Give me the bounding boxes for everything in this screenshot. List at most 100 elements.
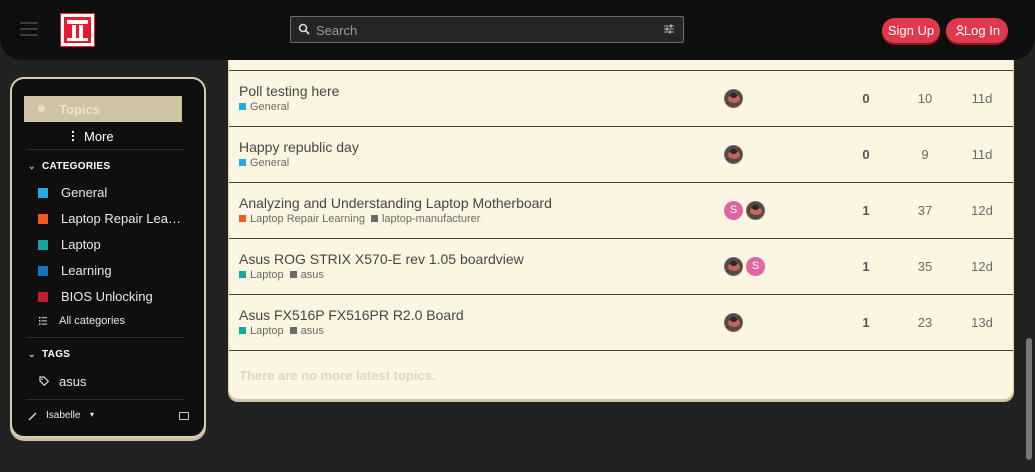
user-icon — [955, 25, 965, 36]
no-more-topics-message: There are no more latest topics. — [239, 368, 436, 383]
search-input[interactable]: Search — [316, 23, 357, 38]
sidebar: Topics More ⌄ CATEGORIES General Laptop … — [10, 77, 206, 438]
activity-time[interactable]: 12d — [962, 203, 1002, 218]
scrollbar-thumb[interactable] — [1026, 338, 1032, 460]
category-color-swatch — [38, 214, 48, 224]
sign-up-button[interactable]: Sign Up — [882, 18, 940, 43]
tag-swatch — [289, 271, 297, 278]
tag-badge[interactable]: asus — [289, 269, 324, 281]
poster-avatar[interactable] — [724, 257, 743, 276]
activity-time[interactable]: 12d — [962, 259, 1002, 274]
hamburger-menu-icon[interactable] — [20, 22, 38, 36]
category-color-swatch — [239, 159, 246, 166]
category-badge[interactable]: Laptop — [239, 325, 284, 337]
topic-category-tags: Laptop Repair Learning laptop-manufacture… — [239, 213, 486, 225]
topics-icon — [38, 105, 45, 112]
category-color-swatch — [239, 271, 246, 278]
site-logo[interactable] — [60, 13, 95, 47]
sidebar-item-general[interactable]: General — [26, 184, 186, 202]
tag-label: laptop-manufacturer — [381, 213, 481, 225]
views-count: 9 — [921, 147, 929, 162]
topic-title-link[interactable]: Poll testing here — [239, 83, 339, 99]
keyboard-icon[interactable] — [179, 412, 189, 420]
replies-count: 1 — [862, 203, 870, 218]
tags-section-toggle[interactable]: ⌄ TAGS — [28, 349, 70, 360]
tag-label: asus — [300, 325, 324, 337]
pencil-icon[interactable] — [28, 412, 37, 421]
poster-avatar[interactable]: S — [724, 201, 743, 220]
poster-avatar[interactable]: S — [746, 257, 765, 276]
category-badge[interactable]: Laptop Repair Learning — [239, 213, 365, 225]
views-count: 10 — [917, 91, 933, 106]
poster-avatar[interactable] — [724, 89, 743, 108]
sidebar-item-topics[interactable]: Topics — [24, 96, 182, 122]
divider — [229, 350, 1013, 351]
topic-category-tags: General — [239, 157, 295, 169]
list-icon — [39, 317, 47, 325]
category-color-swatch — [38, 188, 48, 198]
divider — [26, 399, 184, 400]
tag-label: asus — [300, 269, 324, 281]
topic-row[interactable]: Happy republic day General 0 9 11d — [229, 126, 1013, 182]
category-color-swatch — [38, 240, 48, 250]
views-count: 37 — [917, 203, 933, 218]
chevron-down-icon: ⌄ — [28, 349, 36, 359]
log-in-label: Log In — [963, 23, 1001, 38]
category-label: Laptop Repair Learning — [250, 213, 365, 225]
category-badge[interactable]: General — [239, 157, 289, 169]
user-menu[interactable]: Isabelle — [46, 410, 80, 421]
replies-count: 0 — [862, 91, 870, 106]
category-label: Laptop — [250, 325, 284, 337]
topic-category-tags: Laptop asus — [239, 325, 330, 337]
topic-row[interactable]: Poll testing here General 0 10 11d — [229, 70, 1013, 126]
category-label: General — [250, 101, 290, 113]
more-vertical-icon — [72, 131, 75, 142]
category-color-swatch — [38, 266, 48, 276]
divider — [26, 337, 184, 338]
tag-badge[interactable]: asus — [289, 325, 324, 337]
poster-avatar[interactable] — [746, 201, 765, 220]
sidebar-item-learning[interactable]: Learning — [26, 262, 186, 280]
category-label: General — [250, 157, 290, 169]
views-count: 35 — [917, 259, 933, 274]
topic-title-link[interactable]: Happy republic day — [239, 139, 359, 155]
poster-avatar[interactable] — [724, 145, 743, 164]
topic-category-tags: Laptop asus — [239, 269, 330, 281]
categories-section-toggle[interactable]: ⌄ CATEGORIES — [28, 161, 110, 172]
activity-time[interactable]: 11d — [962, 91, 1002, 106]
replies-count: 1 — [862, 259, 870, 274]
poster-avatar[interactable] — [724, 313, 743, 332]
topic-title-link[interactable]: Analyzing and Understanding Laptop Mothe… — [239, 195, 552, 211]
topic-title-link[interactable]: Asus ROG STRIX X570-E rev 1.05 boardview — [239, 251, 524, 267]
sidebar-more-button[interactable]: More — [72, 129, 114, 144]
sidebar-item-laptop-repair-learning[interactable]: Laptop Repair Lea… — [26, 210, 186, 228]
topic-title-link[interactable]: Asus FX516P FX516PR R2.0 Board — [239, 307, 464, 323]
tag-swatch — [370, 215, 378, 222]
filter-options-icon[interactable] — [663, 23, 675, 35]
topic-row[interactable]: Asus ROG STRIX X570-E rev 1.05 boardview… — [229, 238, 1013, 294]
site-header: Search Sign Up Log In — [0, 0, 1035, 60]
topic-row[interactable]: Analyzing and Understanding Laptop Mothe… — [229, 182, 1013, 238]
category-color-swatch — [239, 327, 246, 334]
views-count: 23 — [917, 315, 933, 330]
caret-down-icon[interactable]: ▾ — [90, 410, 94, 419]
sidebar-item-bios-unlocking[interactable]: BIOS Unlocking — [26, 288, 186, 306]
category-badge[interactable]: General — [239, 101, 289, 113]
sidebar-item-laptop[interactable]: Laptop — [26, 236, 186, 254]
category-label: Laptop — [250, 269, 284, 281]
category-color-swatch — [239, 215, 246, 222]
activity-time[interactable]: 13d — [962, 315, 1002, 330]
tag-badge[interactable]: laptop-manufacturer — [370, 213, 481, 225]
category-badge[interactable]: Laptop — [239, 269, 284, 281]
search-bar[interactable]: Search — [290, 16, 684, 43]
activity-time[interactable]: 11d — [962, 147, 1002, 162]
category-color-swatch — [38, 292, 48, 302]
topic-row[interactable]: Asus FX516P FX516PR R2.0 Board Laptop asus… — [229, 294, 1013, 350]
topic-category-tags: General — [239, 101, 295, 113]
log-in-button[interactable]: Log In — [946, 18, 1008, 43]
replies-count: 0 — [862, 147, 870, 162]
tag-icon — [39, 376, 49, 386]
replies-count: 1 — [862, 315, 870, 330]
search-icon — [298, 23, 310, 35]
tag-swatch — [289, 327, 297, 334]
